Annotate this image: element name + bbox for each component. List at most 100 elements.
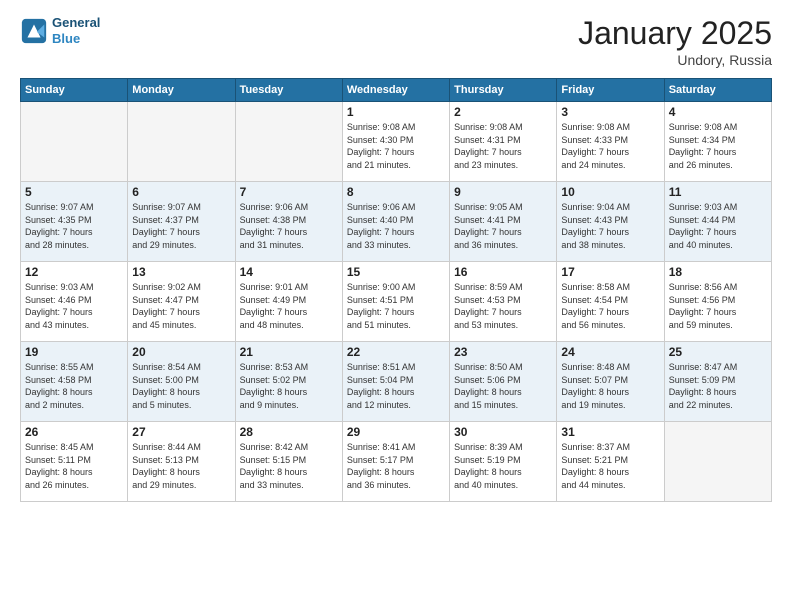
cell-content: Sunrise: 8:55 AMSunset: 4:58 PMDaylight:… (25, 361, 123, 411)
cell-3-1: 20Sunrise: 8:54 AMSunset: 5:00 PMDayligh… (128, 342, 235, 422)
cell-content: Sunrise: 9:08 AMSunset: 4:34 PMDaylight:… (669, 121, 767, 171)
week-row-3: 12Sunrise: 9:03 AMSunset: 4:46 PMDayligh… (21, 262, 772, 342)
day-number: 31 (561, 425, 659, 439)
day-number: 18 (669, 265, 767, 279)
day-number: 26 (25, 425, 123, 439)
day-number: 17 (561, 265, 659, 279)
day-number: 28 (240, 425, 338, 439)
day-number: 29 (347, 425, 445, 439)
cell-4-6 (664, 422, 771, 502)
cell-content: Sunrise: 9:00 AMSunset: 4:51 PMDaylight:… (347, 281, 445, 331)
cell-content: Sunrise: 8:50 AMSunset: 5:06 PMDaylight:… (454, 361, 552, 411)
cell-3-4: 23 Sunrise: 8:50 AMSunset: 5:06 PMDayligh… (450, 342, 557, 422)
cell-4-0: 26 Sunrise: 8:45 AMSunset: 5:11 PMDayligh… (21, 422, 128, 502)
cell-content: Sunrise: 9:02 AMSunset: 4:47 PMDaylight:… (132, 281, 230, 331)
header-tuesday: Tuesday (235, 79, 342, 102)
logo-text: General Blue (52, 15, 100, 46)
cell-content: Sunrise: 9:01 AMSunset: 4:49 PMDaylight:… (240, 281, 338, 331)
cell-content: Sunrise: 8:51 AMSunset: 5:04 PMDaylight:… (347, 361, 445, 411)
day-number: 3 (561, 105, 659, 119)
cell-1-5: 10Sunrise: 9:04 AMSunset: 4:43 PMDayligh… (557, 182, 664, 262)
cell-3-3: 22 Sunrise: 8:51 AMSunset: 5:04 PMDayligh… (342, 342, 449, 422)
day-number: 16 (454, 265, 552, 279)
cell-content: Sunrise: 8:58 AMSunset: 4:54 PMDaylight:… (561, 281, 659, 331)
cell-content: Sunrise: 8:37 AMSunset: 5:21 PMDaylight:… (561, 441, 659, 491)
cell-1-4: 9 Sunrise: 9:05 AMSunset: 4:41 PMDaylight… (450, 182, 557, 262)
cell-content: Sunrise: 8:41 AMSunset: 5:17 PMDaylight:… (347, 441, 445, 491)
week-row-4: 19 Sunrise: 8:55 AMSunset: 4:58 PMDayligh… (21, 342, 772, 422)
day-number: 8 (347, 185, 445, 199)
cell-2-0: 12Sunrise: 9:03 AMSunset: 4:46 PMDayligh… (21, 262, 128, 342)
day-number: 22 (347, 345, 445, 359)
day-number: 1 (347, 105, 445, 119)
cell-content: Sunrise: 9:05 AMSunset: 4:41 PMDaylight:… (454, 201, 552, 251)
header-wednesday: Wednesday (342, 79, 449, 102)
day-number: 11 (669, 185, 767, 199)
cell-content: Sunrise: 8:45 AMSunset: 5:11 PMDaylight:… (25, 441, 123, 491)
cell-content: Sunrise: 9:06 AMSunset: 4:40 PMDaylight:… (347, 201, 445, 251)
cell-1-1: 6Sunrise: 9:07 AMSunset: 4:37 PMDaylight… (128, 182, 235, 262)
day-number: 5 (25, 185, 123, 199)
cell-3-5: 24Sunrise: 8:48 AMSunset: 5:07 PMDayligh… (557, 342, 664, 422)
cell-4-3: 29 Sunrise: 8:41 AMSunset: 5:17 PMDayligh… (342, 422, 449, 502)
cell-4-1: 27 Sunrise: 8:44 AMSunset: 5:13 PMDayligh… (128, 422, 235, 502)
cell-4-5: 31 Sunrise: 8:37 AMSunset: 5:21 PMDayligh… (557, 422, 664, 502)
cell-4-4: 30 Sunrise: 8:39 AMSunset: 5:19 PMDayligh… (450, 422, 557, 502)
cell-content: Sunrise: 8:53 AMSunset: 5:02 PMDaylight:… (240, 361, 338, 411)
cell-2-3: 15Sunrise: 9:00 AMSunset: 4:51 PMDayligh… (342, 262, 449, 342)
weekday-header-row: Sunday Monday Tuesday Wednesday Thursday… (21, 79, 772, 102)
cell-content: Sunrise: 8:44 AMSunset: 5:13 PMDaylight:… (132, 441, 230, 491)
day-number: 24 (561, 345, 659, 359)
cell-2-4: 16 Sunrise: 8:59 AMSunset: 4:53 PMDayligh… (450, 262, 557, 342)
location: Undory, Russia (578, 52, 772, 68)
day-number: 27 (132, 425, 230, 439)
cell-content: Sunrise: 8:39 AMSunset: 5:19 PMDaylight:… (454, 441, 552, 491)
cell-0-0 (21, 102, 128, 182)
header-monday: Monday (128, 79, 235, 102)
cell-3-6: 25 Sunrise: 8:47 AMSunset: 5:09 PMDayligh… (664, 342, 771, 422)
week-row-2: 5 Sunrise: 9:07 AMSunset: 4:35 PMDaylight… (21, 182, 772, 262)
cell-content: Sunrise: 9:08 AMSunset: 4:30 PMDaylight:… (347, 121, 445, 171)
cell-content: Sunrise: 9:07 AMSunset: 4:35 PMDaylight:… (25, 201, 123, 251)
day-number: 25 (669, 345, 767, 359)
header-thursday: Thursday (450, 79, 557, 102)
day-number: 19 (25, 345, 123, 359)
cell-0-6: 4 Sunrise: 9:08 AMSunset: 4:34 PMDaylight… (664, 102, 771, 182)
cell-0-1 (128, 102, 235, 182)
header: General Blue January 2025 Undory, Russia (20, 15, 772, 68)
header-saturday: Saturday (664, 79, 771, 102)
day-number: 30 (454, 425, 552, 439)
cell-0-4: 2 Sunrise: 9:08 AMSunset: 4:31 PMDaylight… (450, 102, 557, 182)
cell-content: Sunrise: 9:08 AMSunset: 4:33 PMDaylight:… (561, 121, 659, 171)
day-number: 9 (454, 185, 552, 199)
cell-2-6: 18 Sunrise: 8:56 AMSunset: 4:56 PMDayligh… (664, 262, 771, 342)
cell-content: Sunrise: 8:56 AMSunset: 4:56 PMDaylight:… (669, 281, 767, 331)
day-number: 23 (454, 345, 552, 359)
day-number: 7 (240, 185, 338, 199)
day-number: 13 (132, 265, 230, 279)
cell-1-6: 11Sunrise: 9:03 AMSunset: 4:44 PMDayligh… (664, 182, 771, 262)
day-number: 2 (454, 105, 552, 119)
day-number: 10 (561, 185, 659, 199)
cell-1-0: 5 Sunrise: 9:07 AMSunset: 4:35 PMDaylight… (21, 182, 128, 262)
cell-4-2: 28Sunrise: 8:42 AMSunset: 5:15 PMDayligh… (235, 422, 342, 502)
cell-1-2: 7 Sunrise: 9:06 AMSunset: 4:38 PMDaylight… (235, 182, 342, 262)
page: General Blue January 2025 Undory, Russia… (0, 0, 792, 612)
day-number: 6 (132, 185, 230, 199)
month-title: January 2025 (578, 15, 772, 52)
day-number: 4 (669, 105, 767, 119)
week-row-5: 26 Sunrise: 8:45 AMSunset: 5:11 PMDayligh… (21, 422, 772, 502)
cell-1-3: 8 Sunrise: 9:06 AMSunset: 4:40 PMDaylight… (342, 182, 449, 262)
cell-content: Sunrise: 9:03 AMSunset: 4:46 PMDaylight:… (25, 281, 123, 331)
cell-content: Sunrise: 9:08 AMSunset: 4:31 PMDaylight:… (454, 121, 552, 171)
cell-content: Sunrise: 9:06 AMSunset: 4:38 PMDaylight:… (240, 201, 338, 251)
cell-content: Sunrise: 8:59 AMSunset: 4:53 PMDaylight:… (454, 281, 552, 331)
cell-3-2: 21Sunrise: 8:53 AMSunset: 5:02 PMDayligh… (235, 342, 342, 422)
week-row-1: 1 Sunrise: 9:08 AMSunset: 4:30 PMDaylight… (21, 102, 772, 182)
cell-0-5: 3 Sunrise: 9:08 AMSunset: 4:33 PMDaylight… (557, 102, 664, 182)
cell-0-2 (235, 102, 342, 182)
cell-content: Sunrise: 8:54 AMSunset: 5:00 PMDaylight:… (132, 361, 230, 411)
cell-content: Sunrise: 8:47 AMSunset: 5:09 PMDaylight:… (669, 361, 767, 411)
title-block: January 2025 Undory, Russia (578, 15, 772, 68)
calendar-table: Sunday Monday Tuesday Wednesday Thursday… (20, 78, 772, 502)
